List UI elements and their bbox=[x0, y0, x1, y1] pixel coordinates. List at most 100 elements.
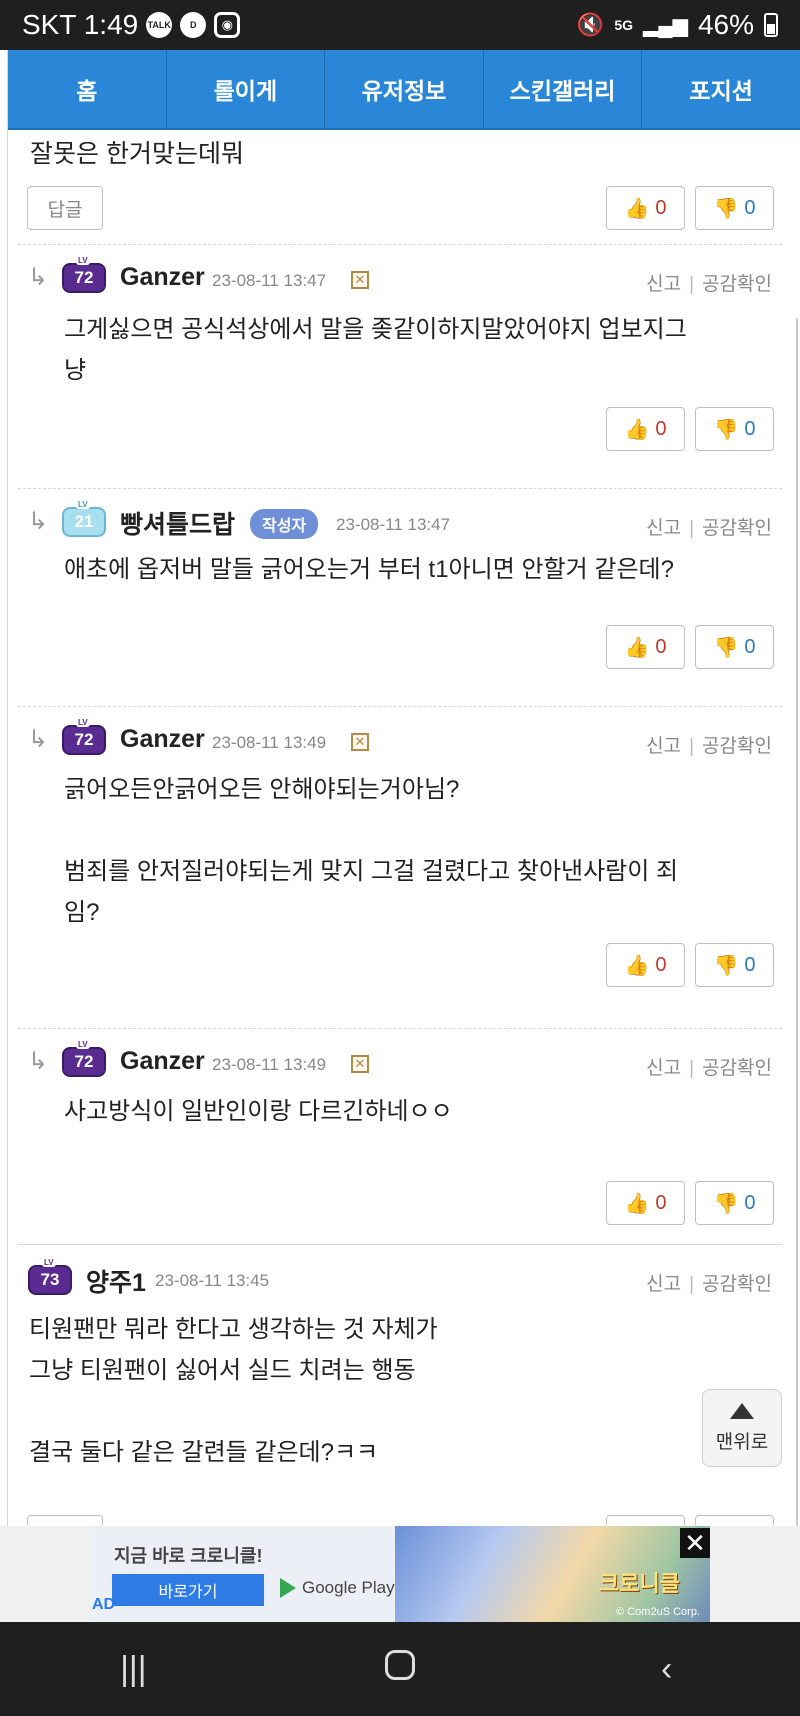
comment-line: 임? bbox=[64, 899, 100, 926]
scrollbar[interactable] bbox=[794, 318, 798, 1598]
comment-line: 결국 둘다 같은 갈련들 같은데?ㅋㅋ bbox=[29, 1439, 379, 1466]
tab-lol-board[interactable]: 롤이게 bbox=[167, 50, 326, 128]
upvote-button[interactable]: 👍 0 bbox=[606, 186, 685, 230]
comment-line: 그냥 티원팬이 싫어서 실드 치려는 행동 bbox=[29, 1357, 416, 1384]
comment-fragment-text: 잘못은 한거맞는데뭐 bbox=[30, 140, 244, 168]
ad-content[interactable]: 지금 바로 크로니클! 바로가기 Google Play 크로니클 © Com2… bbox=[90, 1526, 710, 1622]
thumbs-down-icon: 👎 bbox=[713, 954, 739, 977]
report-link[interactable]: 신고 bbox=[646, 1058, 681, 1079]
main-nav: 홈 롤이게 유저정보 스킨갤러리 포지션 bbox=[8, 50, 800, 130]
downvote-count: 0 bbox=[744, 635, 756, 658]
scroll-to-top-button[interactable]: 맨위로 bbox=[702, 1389, 782, 1467]
reply-button[interactable]: 답글 bbox=[27, 1515, 103, 1525]
google-play-badge[interactable]: Google Play bbox=[280, 1578, 395, 1598]
upvote-button[interactable]: 👍0 bbox=[606, 1515, 685, 1525]
upvote-button[interactable]: 👍0 bbox=[606, 1181, 685, 1225]
google-play-icon bbox=[280, 1578, 296, 1598]
downvote-count: 0 bbox=[744, 196, 756, 219]
comment-item: ↳ 72 Ganzer 23-08-11 13:49 ✕ 신고|공감확인 긁어오… bbox=[18, 706, 782, 1014]
comment-date: 23-08-11 13:47 bbox=[336, 515, 451, 534]
ad-artwork: 크로니클 © Com2uS Corp. bbox=[395, 1526, 710, 1622]
system-nav-bar: ||| ‹ bbox=[0, 1622, 800, 1716]
reply-button[interactable]: 답글 bbox=[27, 186, 103, 230]
status-left: SKT 1:49 TALK D ◉ bbox=[22, 9, 241, 41]
like-check-link[interactable]: 공감확인 bbox=[702, 274, 772, 295]
block-icon[interactable]: ✕ bbox=[351, 733, 369, 751]
ad-close-icon[interactable]: ✕ bbox=[680, 1528, 710, 1558]
tab-home[interactable]: 홈 bbox=[8, 50, 167, 128]
status-right: 🔇 5G ▂▄▆ 46% bbox=[577, 9, 778, 41]
nickname[interactable]: 양주1 bbox=[86, 1263, 146, 1299]
ad-go-button[interactable]: 바로가기 bbox=[112, 1574, 264, 1606]
thumbs-down-icon: 👎 bbox=[713, 636, 739, 659]
comment-body: 그게싫으면 공식석상에서 말을 좆같이하지말았어야지 업보지그 냥 bbox=[64, 309, 687, 391]
comment-date: 23-08-11 13:45 bbox=[155, 1271, 270, 1290]
comment-date: 23-08-11 13:49 bbox=[212, 733, 327, 752]
comment-line bbox=[64, 810, 678, 851]
comment-actions: 신고 | 공감확인 bbox=[646, 518, 772, 539]
comment-body: 사고방식이 일반인이랑 다르긴하네ㅇㅇ bbox=[64, 1091, 453, 1132]
nickname[interactable]: Ganzer bbox=[120, 725, 205, 754]
downvote-count: 0 bbox=[744, 953, 756, 976]
author-badge: 작성자 bbox=[250, 509, 319, 539]
tab-skin-gallery[interactable]: 스킨갤러리 bbox=[484, 50, 643, 128]
comment-line: 애초에 옵저버 말들 긁어오는거 부터 t1아니면 안할거 같은데? bbox=[64, 556, 674, 583]
thumbs-up-icon: 👍 bbox=[624, 636, 650, 659]
comment-line: 사고방식이 일반인이랑 다르긴하네ㅇㅇ bbox=[64, 1098, 453, 1125]
downvote-button[interactable]: 👎0 bbox=[695, 1181, 774, 1225]
scroll-to-top-label: 맨위로 bbox=[715, 1431, 769, 1453]
back-icon[interactable]: ‹ bbox=[627, 1650, 707, 1689]
home-icon[interactable] bbox=[360, 1649, 440, 1689]
mute-icon: 🔇 bbox=[576, 12, 605, 37]
comment-body: 긁어오든안긁어오든 안해야되는거아님? 범죄를 안저질러야되는게 맞지 그걸 걸… bbox=[64, 769, 678, 933]
battery-percent: 46% bbox=[697, 9, 754, 40]
downvote-button[interactable]: 👎0 bbox=[695, 1515, 774, 1525]
thumbs-up-icon: 👍 bbox=[624, 954, 650, 977]
comment-line: 티원팬만 뭐라 한다고 생각하는 것 자체가 bbox=[29, 1316, 438, 1343]
upvote-count: 0 bbox=[655, 635, 667, 658]
like-check-link[interactable]: 공감확인 bbox=[702, 1274, 772, 1295]
comment-line bbox=[29, 1391, 438, 1432]
like-check-link[interactable]: 공감확인 bbox=[702, 518, 772, 539]
ad-banner[interactable]: 지금 바로 크로니클! 바로가기 Google Play 크로니클 © Com2… bbox=[0, 1526, 800, 1622]
upvote-button[interactable]: 👍0 bbox=[606, 943, 685, 987]
level-badge: 73 bbox=[28, 1258, 72, 1295]
thumbs-up-icon: 👍 bbox=[624, 1525, 649, 1526]
report-link[interactable]: 신고 bbox=[646, 274, 681, 295]
recent-apps-icon[interactable]: ||| bbox=[93, 1650, 173, 1689]
report-link[interactable]: 신고 bbox=[646, 1274, 681, 1295]
report-link[interactable]: 신고 bbox=[646, 736, 681, 757]
nickname[interactable]: 빵셔틀드랍 bbox=[120, 505, 235, 541]
nickname[interactable]: Ganzer bbox=[120, 1047, 205, 1076]
downvote-count: 0 bbox=[744, 1191, 756, 1214]
thumbs-down-icon: 👎 bbox=[713, 197, 739, 220]
comment-actions: 신고 | 공감확인 bbox=[646, 274, 772, 295]
like-check-link[interactable]: 공감확인 bbox=[702, 736, 772, 757]
comment-actions: 신고 | 공감확인 bbox=[646, 736, 772, 757]
downvote-count: 0 bbox=[744, 417, 756, 440]
comment-item: ↳ 72 Ganzer 23-08-11 13:49 ✕ 신고|공감확인 사고방… bbox=[18, 1028, 782, 1248]
upvote-button[interactable]: 👍0 bbox=[606, 625, 685, 669]
tab-position[interactable]: 포지션 bbox=[642, 50, 800, 128]
comment-body: 애초에 옵저버 말들 긁어오는거 부터 t1아니면 안할거 같은데? bbox=[64, 549, 674, 590]
thumbs-down-icon: 👎 bbox=[713, 1192, 739, 1215]
comment-actions: 신고 | 공감확인 bbox=[646, 1058, 772, 1079]
downvote-button[interactable]: 👎0 bbox=[695, 943, 774, 987]
comment-item: ↳ 72 Ganzer 23-08-11 13:47 ✕ 신고|공감확인 그게싫… bbox=[18, 244, 782, 472]
upvote-count: 0 bbox=[655, 417, 667, 440]
downvote-button[interactable]: 👎 0 bbox=[695, 186, 774, 230]
ad-title: 지금 바로 크로니클! bbox=[114, 1546, 263, 1566]
d-icon: D bbox=[180, 12, 207, 38]
carrier-time: SKT 1:49 bbox=[22, 9, 139, 40]
report-link[interactable]: 신고 bbox=[646, 518, 681, 539]
tab-user-info[interactable]: 유저정보 bbox=[325, 50, 484, 128]
downvote-button[interactable]: 👎0 bbox=[695, 407, 774, 451]
like-check-link[interactable]: 공감확인 bbox=[702, 1058, 772, 1079]
status-bar: SKT 1:49 TALK D ◉ 🔇 5G ▂▄▆ 46% bbox=[0, 0, 800, 50]
block-icon[interactable]: ✕ bbox=[351, 271, 369, 289]
block-icon[interactable]: ✕ bbox=[351, 1055, 369, 1073]
upvote-count: 0 bbox=[655, 953, 667, 976]
upvote-button[interactable]: 👍0 bbox=[606, 407, 685, 451]
downvote-button[interactable]: 👎0 bbox=[695, 625, 774, 669]
nickname[interactable]: Ganzer bbox=[120, 263, 205, 292]
